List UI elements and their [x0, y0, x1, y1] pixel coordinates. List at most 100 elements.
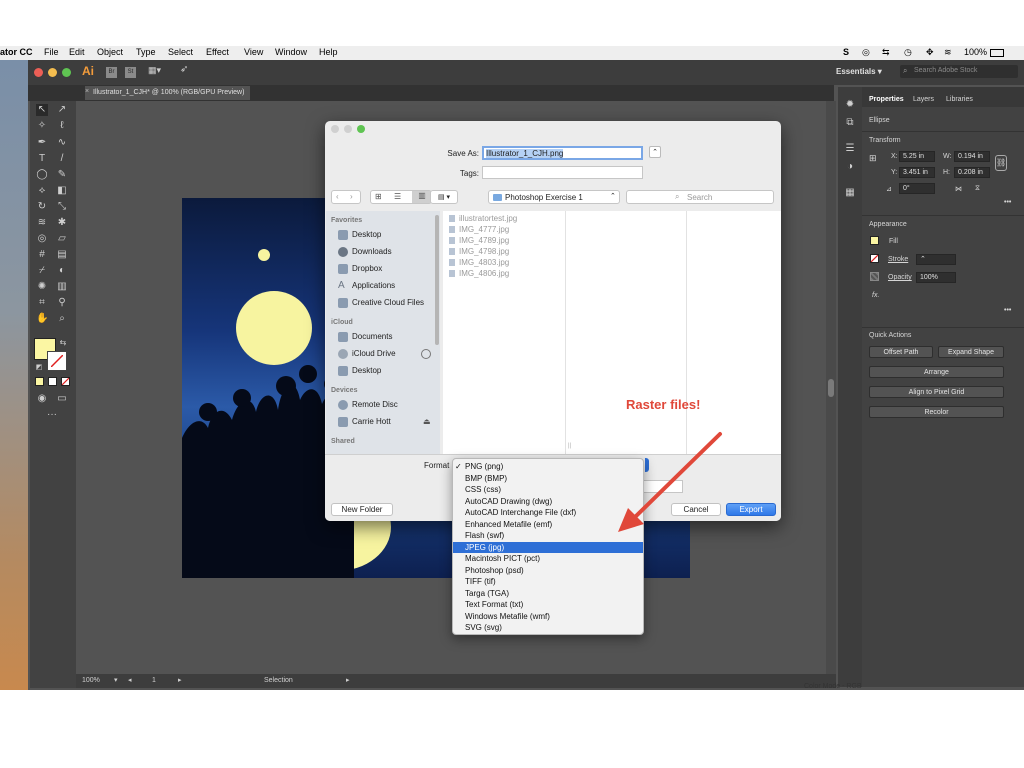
transform-icon[interactable]: ▦: [844, 187, 856, 199]
format-option-tga[interactable]: Targa (TGA): [453, 588, 643, 600]
back-icon[interactable]: ‹: [336, 192, 339, 201]
menu-type[interactable]: Type: [136, 47, 156, 57]
eject-icon[interactable]: ⏏: [423, 417, 431, 426]
sidebar-item-icloud-desktop[interactable]: Desktop: [336, 364, 381, 378]
rotate-tool-icon[interactable]: ↻: [36, 201, 48, 213]
shaper-tool-icon[interactable]: ⟡: [36, 185, 48, 197]
close-tab-icon[interactable]: ×: [85, 88, 89, 95]
w-field[interactable]: 0.194 in: [954, 151, 990, 162]
gpu-performance-icon[interactable]: ➶: [180, 64, 188, 75]
format-option-wmf[interactable]: Windows Metafile (wmf): [453, 611, 643, 623]
puppet-warp-tool-icon[interactable]: ✱: [56, 217, 68, 229]
align-icon[interactable]: ☰: [844, 143, 856, 155]
dialog-minimize-button[interactable]: [344, 125, 352, 133]
slice-tool-icon[interactable]: ⚲: [56, 297, 68, 309]
hand-tool-icon[interactable]: ✋: [36, 313, 48, 325]
file-item[interactable]: IMG_4798.jpg: [447, 246, 509, 257]
close-window-button[interactable]: [34, 68, 43, 77]
eyedropper-tool-icon[interactable]: ⌿: [36, 265, 48, 277]
list-view-icon[interactable]: ☰: [394, 192, 401, 201]
lasso-tool-icon[interactable]: ℓ: [56, 120, 68, 132]
file-item[interactable]: IMG_4806.jpg: [447, 268, 509, 279]
new-folder-button[interactable]: New Folder: [331, 503, 393, 516]
format-option-tif[interactable]: TIFF (tif): [453, 576, 643, 588]
tab-libraries[interactable]: Libraries: [946, 96, 973, 103]
gradient-tool-icon[interactable]: ▤: [56, 249, 68, 261]
menu-view[interactable]: View: [244, 47, 263, 57]
gallery-view-icon[interactable]: ▤ ▾: [430, 190, 458, 204]
none-mode-icon[interactable]: [61, 377, 70, 386]
opacity-label[interactable]: Opacity: [888, 274, 912, 281]
graph-tool-icon[interactable]: ▥: [56, 281, 68, 293]
type-tool-icon[interactable]: T: [36, 153, 48, 165]
fill-color-swatch[interactable]: [870, 236, 879, 245]
scroll-thumb[interactable]: [828, 379, 834, 397]
status-sync-icon[interactable]: ⇆: [882, 47, 890, 58]
line-tool-icon[interactable]: /: [56, 153, 68, 165]
expand-dialog-button[interactable]: ⌃: [649, 146, 661, 158]
eraser-tool-icon[interactable]: ◧: [56, 185, 68, 197]
file-item[interactable]: IMG_4803.jpg: [447, 257, 509, 268]
reference-point-icon[interactable]: ⊞: [869, 153, 877, 164]
icon-view-icon[interactable]: ⊞: [375, 192, 382, 201]
libraries-icon[interactable]: ⧉: [844, 117, 856, 129]
tab-properties[interactable]: Properties: [869, 96, 904, 103]
change-screen-mode-icon[interactable]: ▭: [56, 393, 68, 405]
menu-file[interactable]: File: [44, 47, 59, 57]
previous-artboard-icon[interactable]: ◂: [128, 676, 132, 684]
status-menu-icon[interactable]: ▸: [346, 676, 350, 684]
selection-tool-icon[interactable]: ↖: [36, 104, 48, 116]
zoom-tool-icon[interactable]: ⌕: [56, 313, 68, 325]
pathfinder-icon[interactable]: ◑: [844, 161, 856, 173]
minimize-window-button[interactable]: [48, 68, 57, 77]
tags-input[interactable]: [482, 166, 643, 179]
menu-effect[interactable]: Effect: [206, 47, 229, 57]
symbol-sprayer-tool-icon[interactable]: ✺: [36, 281, 48, 293]
stroke-swatch[interactable]: [47, 351, 67, 371]
column-divider[interactable]: [686, 211, 687, 454]
opacity-field[interactable]: 100%: [916, 272, 956, 283]
mesh-tool-icon[interactable]: #: [36, 249, 48, 261]
canvas-vertical-scrollbar[interactable]: [826, 101, 836, 674]
status-time-machine-icon[interactable]: ◷: [904, 47, 912, 58]
direct-selection-tool-icon[interactable]: ↗: [56, 104, 68, 116]
shape-builder-tool-icon[interactable]: ◎: [36, 233, 48, 245]
sidebar-item-downloads[interactable]: Downloads: [336, 245, 392, 259]
sidebar-scrollbar[interactable]: [435, 215, 439, 345]
sidebar-item-documents[interactable]: Documents: [336, 330, 392, 344]
dialog-search-field[interactable]: ⌕ Search: [626, 190, 774, 204]
draw-mode-icon[interactable]: ◉: [36, 393, 48, 405]
flip-horizontal-icon[interactable]: ⋈: [955, 185, 962, 193]
paintbrush-tool-icon[interactable]: ✎: [56, 169, 68, 181]
format-option-txt[interactable]: Text Format (txt): [453, 599, 643, 611]
bridge-button[interactable]: Br: [106, 67, 117, 78]
sidebar-item-dropbox[interactable]: Dropbox: [336, 262, 382, 276]
flip-vertical-icon[interactable]: ⧖: [975, 185, 980, 193]
filename-input[interactable]: Illustrator_1_CJH.png: [482, 146, 643, 160]
status-cc-icon[interactable]: ◎: [862, 47, 870, 58]
file-item[interactable]: IMG_4789.jpg: [447, 235, 509, 246]
width-tool-icon[interactable]: ≋: [36, 217, 48, 229]
sidebar-item-desktop[interactable]: Desktop: [336, 228, 381, 242]
more-transform-options-icon[interactable]: •••: [1004, 199, 1011, 206]
swap-fill-stroke-icon[interactable]: ⇆: [57, 337, 69, 349]
menu-help[interactable]: Help: [319, 47, 338, 57]
stroke-none-swatch[interactable]: [870, 254, 879, 263]
perspective-grid-tool-icon[interactable]: ▱: [56, 233, 68, 245]
constrain-proportions-icon[interactable]: ⛓: [995, 155, 1007, 171]
status-wifi-icon[interactable]: ≋: [944, 47, 952, 58]
arrange-button[interactable]: Arrange: [869, 366, 1004, 378]
edit-toolbar-icon[interactable]: ···: [46, 409, 58, 421]
forward-icon[interactable]: ›: [350, 192, 353, 201]
column-view-icon[interactable]: ▥: [412, 191, 432, 203]
expand-shape-button[interactable]: Expand Shape: [938, 346, 1004, 358]
column-resize-handle[interactable]: ||: [568, 443, 571, 449]
stock-button[interactable]: St: [125, 67, 136, 78]
zoom-window-button[interactable]: [62, 68, 71, 77]
sidebar-item-creative-cloud[interactable]: Creative Cloud Files: [336, 296, 424, 310]
zoom-dropdown-icon[interactable]: ▾: [114, 676, 118, 684]
app-menu[interactable]: ator CC: [0, 47, 33, 57]
document-tab[interactable]: Illustrator_1_CJH* @ 100% (RGB/GPU Previ…: [85, 86, 250, 100]
more-appearance-options-icon[interactable]: •••: [1004, 307, 1011, 314]
status-s-icon[interactable]: S: [843, 47, 849, 57]
